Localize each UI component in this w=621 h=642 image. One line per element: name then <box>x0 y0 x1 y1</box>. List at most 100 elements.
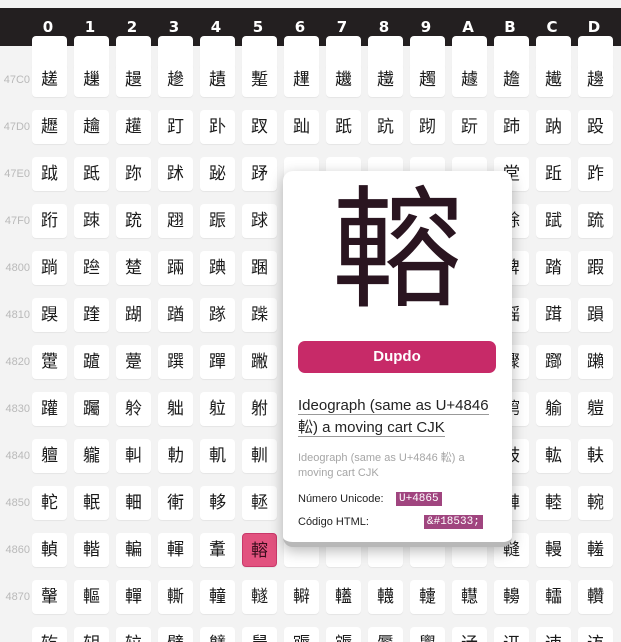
character-cell[interactable]: 䡶 <box>284 580 319 614</box>
character-cell[interactable]: 䠀 <box>32 251 67 285</box>
character-cell[interactable]: 䠵 <box>242 392 277 426</box>
character-cell[interactable]: 䟝 <box>578 110 613 144</box>
character-cell[interactable]: 䢂 <box>116 627 151 642</box>
character-cell[interactable]: 䟊 <box>452 63 487 97</box>
character-cell[interactable]: 䠳 <box>158 392 193 426</box>
character-cell[interactable]: 䡓 <box>158 486 193 520</box>
character-cell[interactable]: 䡐 <box>32 486 67 520</box>
character-cell[interactable]: 䠄 <box>200 251 235 285</box>
character-cell[interactable]: 䡵 <box>242 580 277 614</box>
character-cell[interactable]: 䟴 <box>200 204 235 238</box>
character-cell[interactable]: 䡡 <box>74 533 109 567</box>
copy-button[interactable]: Dupdo <box>298 341 496 373</box>
character-cell[interactable]: 䡀 <box>32 439 67 473</box>
character-cell[interactable]: 䠜 <box>536 298 571 332</box>
character-cell[interactable]: 䠃 <box>158 251 193 285</box>
character-cell[interactable]: 䟠 <box>32 157 67 191</box>
character-cell[interactable]: 䢇 <box>326 627 361 642</box>
character-cell[interactable]: 䠡 <box>74 345 109 379</box>
character-cell[interactable]: 䠍 <box>578 251 613 285</box>
character-cell[interactable]: 䠥 <box>242 345 277 379</box>
character-cell[interactable]: 䡜 <box>536 486 571 520</box>
character-cell[interactable]: 䡥 <box>242 533 277 567</box>
character-cell[interactable]: 䢁 <box>74 627 109 642</box>
character-cell[interactable]: 䡳 <box>158 580 193 614</box>
character-cell[interactable]: 䟌 <box>536 63 571 97</box>
character-cell[interactable]: 䡴 <box>200 580 235 614</box>
character-cell[interactable]: 䠬 <box>536 345 571 379</box>
character-cell[interactable]: 䡌 <box>536 439 571 473</box>
character-cell[interactable]: 䡰 <box>32 580 67 614</box>
character-cell[interactable]: 䟍 <box>578 63 613 97</box>
character-cell[interactable]: 䠴 <box>200 392 235 426</box>
character-cell[interactable]: 䠒 <box>116 298 151 332</box>
character-cell[interactable]: 䢋 <box>494 627 529 642</box>
character-cell[interactable]: 䟳 <box>158 204 193 238</box>
character-cell[interactable]: 䠐 <box>32 298 67 332</box>
character-cell[interactable]: 䟢 <box>116 157 151 191</box>
character-cell[interactable]: 䠂 <box>116 251 151 285</box>
unicode-number-value[interactable]: U+4865 <box>396 492 442 506</box>
character-cell[interactable]: 䡄 <box>200 439 235 473</box>
character-cell[interactable]: 䢈 <box>368 627 403 642</box>
html-code-value[interactable]: &#18533; <box>424 515 483 529</box>
character-cell[interactable]: 䡝 <box>578 486 613 520</box>
character-cell[interactable]: 䡕 <box>242 486 277 520</box>
character-cell[interactable]: 䡬 <box>536 533 571 567</box>
character-cell[interactable]: 䟽 <box>578 204 613 238</box>
character-cell[interactable]: 䡑 <box>74 486 109 520</box>
character-cell[interactable]: 䟚 <box>452 110 487 144</box>
character-cell[interactable]: 䠰 <box>32 392 67 426</box>
character-cell[interactable]: 䡹 <box>410 580 445 614</box>
character-cell[interactable]: 䟁 <box>74 63 109 97</box>
character-cell[interactable]: 䡂 <box>116 439 151 473</box>
character-cell[interactable]: 䟄 <box>200 63 235 97</box>
character-cell[interactable]: 䢌 <box>536 627 571 642</box>
character-cell[interactable]: 䡣 <box>158 533 193 567</box>
character-cell[interactable]: 䡁 <box>74 439 109 473</box>
character-cell[interactable]: 䟔 <box>200 110 235 144</box>
character-cell[interactable]: 䟅 <box>242 63 277 97</box>
character-cell[interactable]: 䟲 <box>116 204 151 238</box>
character-cell[interactable]: 䠁 <box>74 251 109 285</box>
character-cell[interactable]: 䠓 <box>158 298 193 332</box>
character-cell[interactable]: 䢉 <box>410 627 445 642</box>
character-cell[interactable]: 䠲 <box>116 392 151 426</box>
character-cell[interactable]: 䟵 <box>242 204 277 238</box>
character-cell[interactable]: 䟉 <box>410 63 445 97</box>
character-cell[interactable]: 䡒 <box>116 486 151 520</box>
character-cell[interactable]: 䡅 <box>242 439 277 473</box>
character-cell[interactable]: 䟬 <box>536 157 571 191</box>
character-cell[interactable]: 䟑 <box>74 110 109 144</box>
character-cell[interactable]: 䡸 <box>368 580 403 614</box>
character-cell[interactable]: 䠭 <box>578 345 613 379</box>
character-cell[interactable]: 䟃 <box>158 63 193 97</box>
character-cell[interactable]: 䡷 <box>326 580 361 614</box>
character-cell[interactable]: 䠼 <box>536 392 571 426</box>
character-cell[interactable]: 䟣 <box>158 157 193 191</box>
character-cell[interactable]: 䡢 <box>116 533 151 567</box>
character-cell[interactable]: 䡭 <box>578 533 613 567</box>
character-cell[interactable]: 䡃 <box>158 439 193 473</box>
character-cell[interactable]: 䠣 <box>158 345 193 379</box>
character-cell[interactable]: 䟼 <box>536 204 571 238</box>
character-cell[interactable]: 䠤 <box>200 345 235 379</box>
character-cell[interactable]: 䠽 <box>578 392 613 426</box>
character-cell[interactable]: 䡠 <box>32 533 67 567</box>
character-cell[interactable]: 䟖 <box>284 110 319 144</box>
character-cell[interactable]: 䡲 <box>116 580 151 614</box>
character-cell[interactable]: 䠔 <box>200 298 235 332</box>
character-cell[interactable]: 䟀 <box>32 63 67 97</box>
character-cell[interactable]: 䢄 <box>200 627 235 642</box>
character-cell[interactable]: 䟗 <box>326 110 361 144</box>
character-cell[interactable]: 䟆 <box>284 63 319 97</box>
character-description[interactable]: Ideograph (same as U+4846 䡆) a moving ca… <box>298 395 498 439</box>
character-cell[interactable]: 䡻 <box>494 580 529 614</box>
character-cell[interactable]: 䠱 <box>74 392 109 426</box>
character-cell[interactable]: 䟒 <box>116 110 151 144</box>
character-cell[interactable]: 䠑 <box>74 298 109 332</box>
character-cell[interactable]: 䟙 <box>410 110 445 144</box>
character-cell[interactable]: 䢍 <box>578 627 613 642</box>
character-cell[interactable]: 䠌 <box>536 251 571 285</box>
character-cell[interactable]: 䠢 <box>116 345 151 379</box>
